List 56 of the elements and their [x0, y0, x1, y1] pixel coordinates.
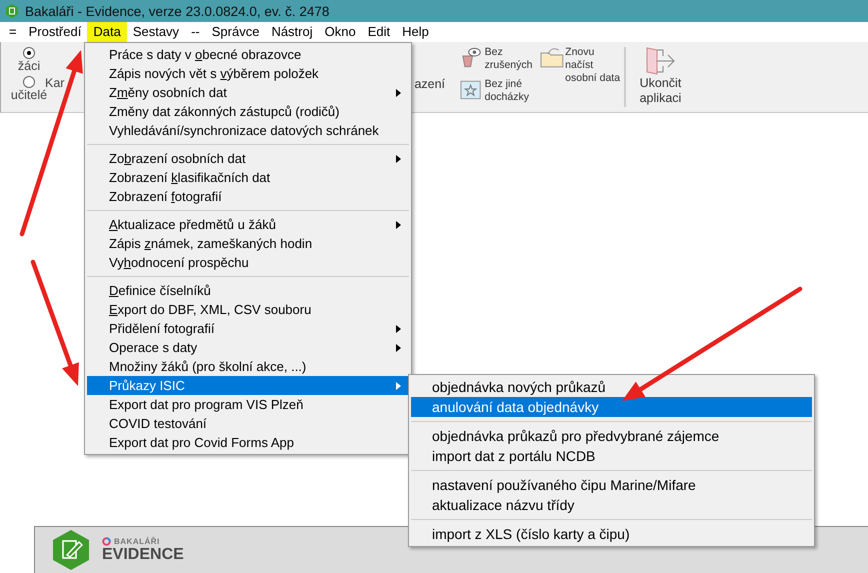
toolbar-label: Kar: [45, 76, 64, 90]
menu-item[interactable]: Operace s daty: [87, 338, 409, 357]
menu-item[interactable]: Zobrazení klasifikačních dat: [87, 168, 409, 187]
product-name: EVIDENCE: [102, 546, 184, 564]
radio-label: žáci: [18, 59, 40, 73]
menu-item[interactable]: Prostředí: [22, 22, 88, 42]
menu-item[interactable]: Okno: [318, 22, 362, 42]
menu-item[interactable]: anulování data objednávky: [411, 397, 812, 417]
menu-item[interactable]: Zápis známek, zameškaných hodin: [87, 234, 409, 253]
menu-item[interactable]: Přidělení fotografií: [87, 319, 409, 338]
trash-eye-icon: [460, 46, 482, 68]
menu-item[interactable]: COVID testování: [87, 414, 409, 433]
toolbar-label: azení: [414, 77, 446, 91]
exit-button[interactable]: Ukončit aplikaci: [630, 42, 690, 106]
radio-label: učitelé: [10, 88, 48, 102]
menu-item[interactable]: objednávka nových průkazů: [411, 377, 812, 397]
menu-item[interactable]: Export dat pro Covid Forms App: [87, 433, 409, 452]
filter-button[interactable]: Bez jiné docházky: [460, 78, 540, 104]
menu-item[interactable]: aktualizace názvu třídy: [411, 495, 812, 515]
stars-icon: [460, 78, 482, 100]
menu-item[interactable]: nastavení používaného čipu Marine/Mifare: [411, 475, 812, 495]
menu-item[interactable]: Zobrazení osobních dat: [87, 149, 409, 168]
menu-item[interactable]: Aktualizace předmětů u žáků: [87, 215, 409, 234]
menu-item[interactable]: Práce s daty v obecné obrazovce: [87, 45, 409, 64]
menu-item[interactable]: =: [3, 22, 23, 42]
brand-name: BAKALÁŘI: [114, 536, 160, 546]
menu-item[interactable]: Sestavy: [126, 22, 186, 42]
filter-button[interactable]: Bez zrušených: [460, 46, 540, 72]
menu-item[interactable]: Export do DBF, XML, CSV souboru: [87, 300, 409, 319]
menu-item[interactable]: Data: [87, 22, 127, 42]
menu-item[interactable]: Změny dat zákonných zástupců (rodičů): [87, 102, 409, 121]
menu-item[interactable]: Vyhodnocení prospěchu: [87, 253, 409, 272]
menu-item[interactable]: Nástroj: [265, 22, 319, 42]
brand-mark-icon: [102, 536, 111, 546]
menu-item[interactable]: --: [185, 22, 206, 42]
menu-item[interactable]: import dat z portálu NCDB: [411, 446, 812, 466]
menu-item[interactable]: Zápis nových vět s výběrem položek: [87, 64, 409, 83]
menu-item[interactable]: Help: [396, 22, 435, 42]
evidence-logo-icon: [52, 529, 90, 571]
menu-item[interactable]: Definice číselníků: [87, 281, 409, 300]
app-icon: [5, 4, 19, 18]
menu-item[interactable]: Správce: [206, 22, 266, 42]
window-title: Bakaláři - Evidence, verze 23.0.0824.0, ev. č. 2478: [25, 4, 330, 18]
menu-item[interactable]: objednávka průkazů pro předvybrané zájemce: [411, 426, 812, 446]
folder-icon: [540, 46, 564, 68]
menu-item[interactable]: Zobrazení fotografií: [87, 187, 409, 206]
menu-item[interactable]: Vyhledávání/synchronizace datových schránek: [87, 121, 409, 140]
radio-button[interactable]: [23, 47, 35, 59]
reload-button[interactable]: Znovu načíst osobní data: [540, 42, 624, 85]
menu-item[interactable]: Průkazy ISIC: [87, 376, 409, 395]
menu-item[interactable]: Změny osobních dat: [87, 83, 409, 102]
menu-item[interactable]: Množiny žáků (pro školní akce, ...): [87, 357, 409, 376]
menu-item[interactable]: import z XLS (číslo karty a čipu): [411, 524, 812, 544]
radio-button[interactable]: [23, 76, 35, 88]
menu-item[interactable]: Export dat pro program VIS Plzeň: [87, 395, 409, 414]
menu-item[interactable]: Edit: [362, 22, 396, 42]
